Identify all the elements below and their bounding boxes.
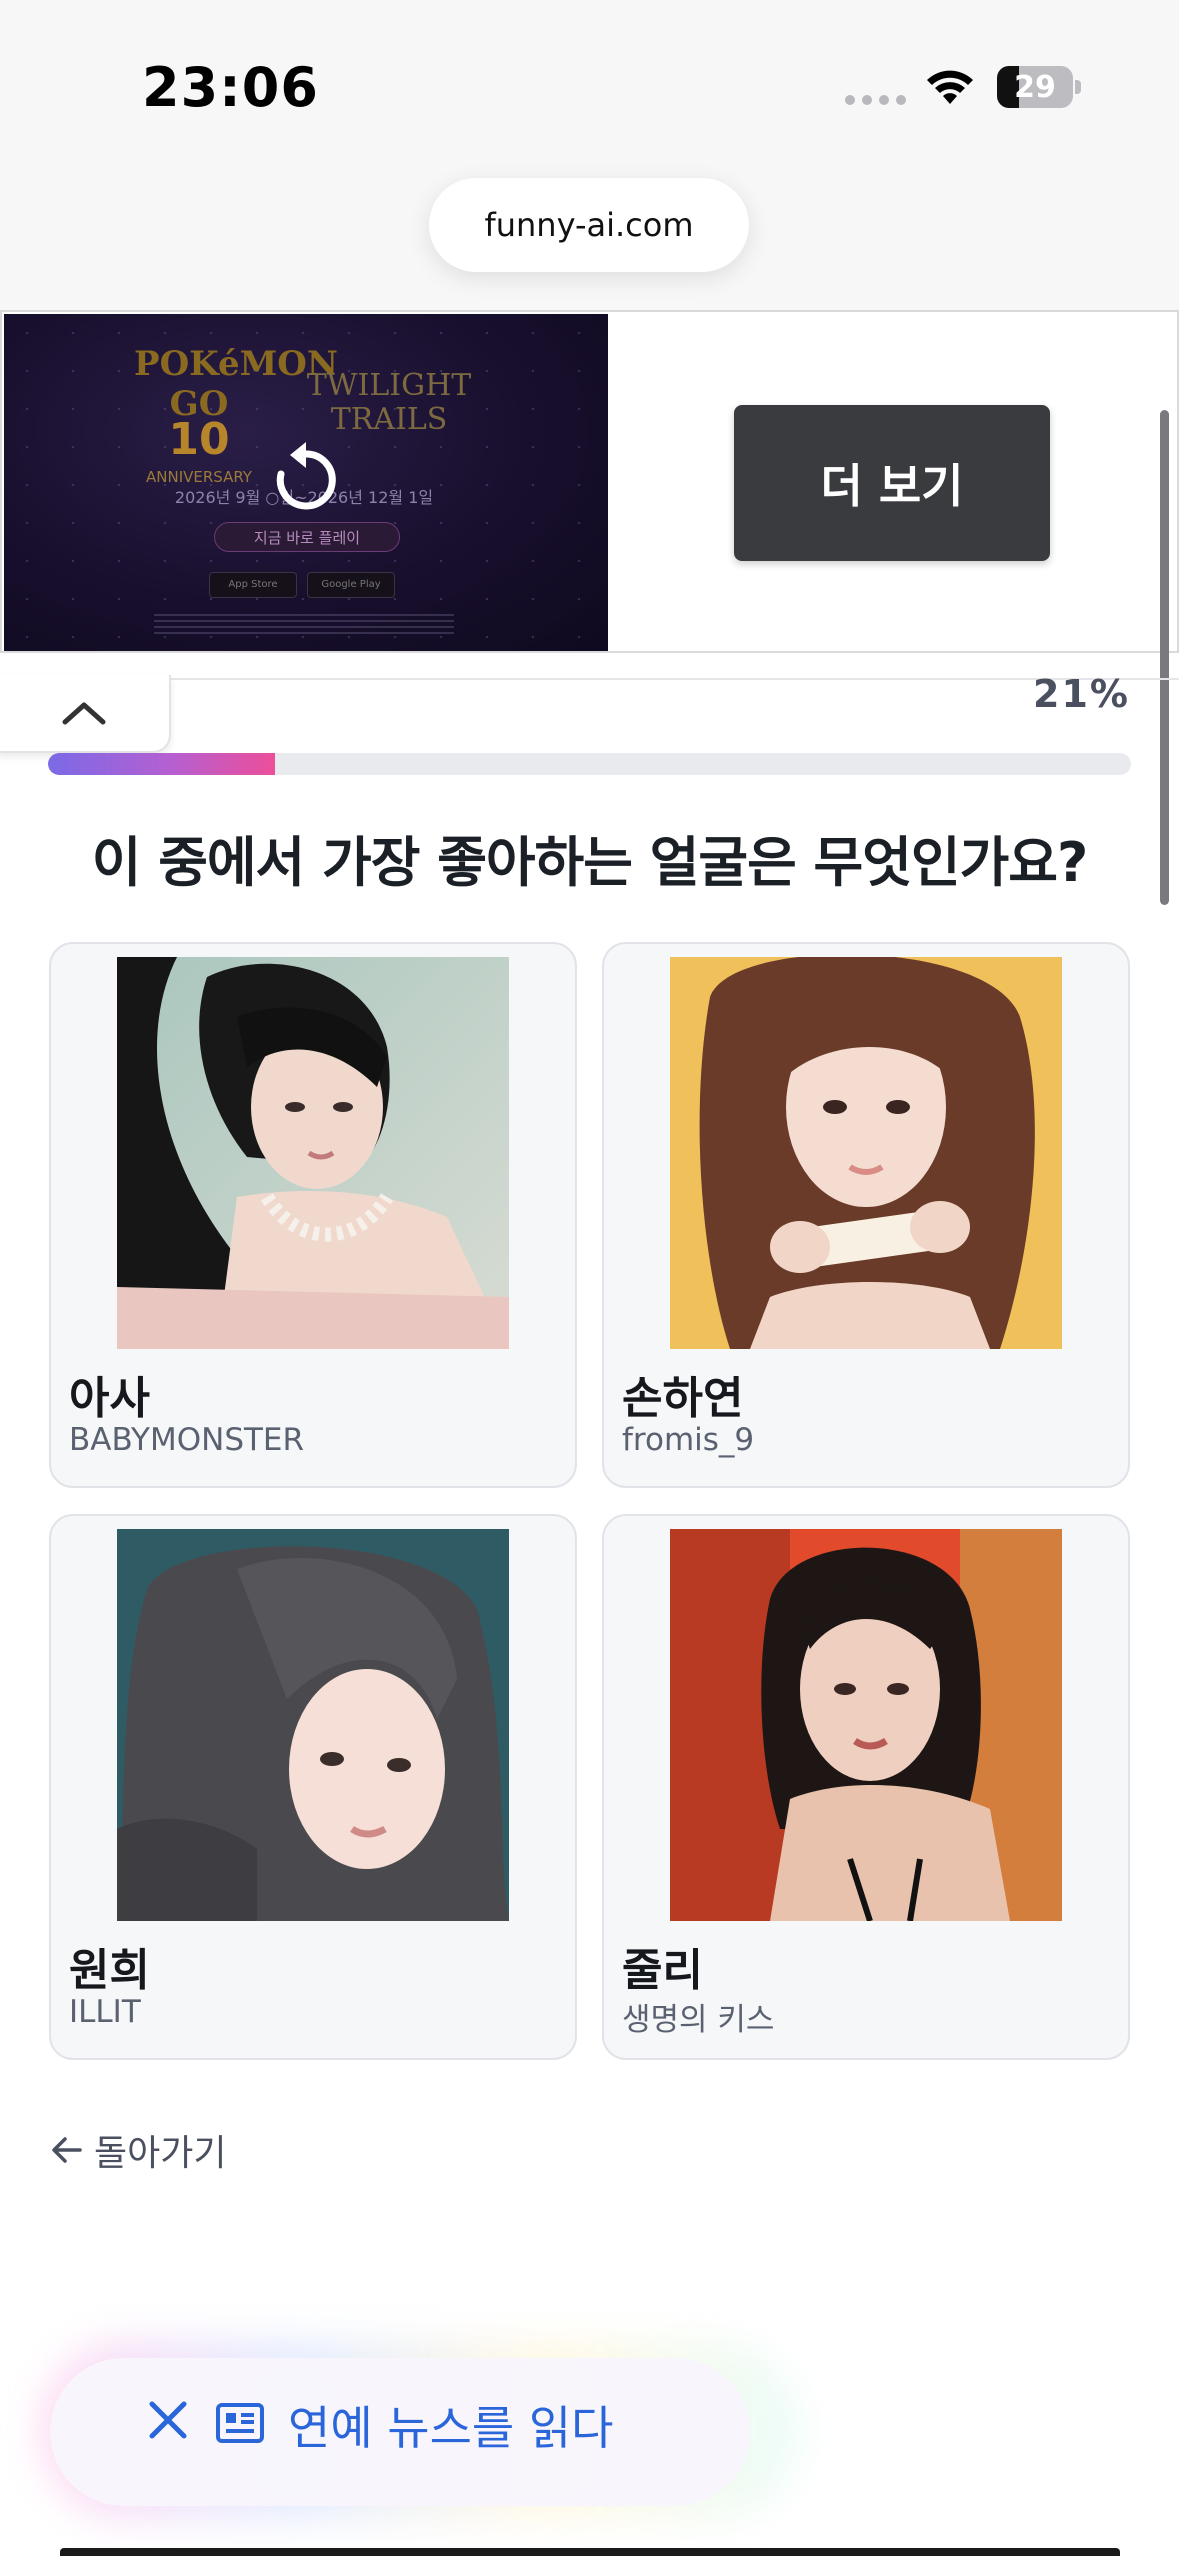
- ad-banner[interactable]: POKéMON GO 10 ANNIVERSARY TWILIGHT TRAIL…: [0, 310, 1179, 653]
- url-bar[interactable]: funny-ai.com: [429, 178, 749, 272]
- collapse-ad-button[interactable]: [0, 675, 171, 753]
- ad-store-badges: App Store Google Play: [209, 572, 395, 598]
- news-icon: [216, 2403, 264, 2443]
- photo-wonhee: [117, 1529, 509, 1921]
- replay-icon[interactable]: [266, 440, 346, 520]
- arrow-left-icon: [52, 2137, 82, 2163]
- google-play-badge[interactable]: Google Play: [307, 572, 395, 598]
- option-group: 생명의 키스: [622, 2002, 775, 2038]
- photo-asa: [117, 957, 509, 1349]
- clock: 23:06: [142, 56, 319, 119]
- back-label: 돌아가기: [94, 2133, 227, 2174]
- option-name: 손하연: [622, 1373, 744, 1424]
- page: 23:06 29 funny-ai.com POKéMON GO 10 ANNI…: [0, 0, 1179, 2556]
- ad-play-now-button[interactable]: 지금 바로 플레이: [214, 522, 400, 552]
- progress-bar: [48, 753, 1131, 775]
- back-link[interactable]: 돌아가기: [50, 2124, 226, 2176]
- news-label[interactable]: 연예 뉴스를 읽다: [288, 2392, 613, 2458]
- question-title: 이 중에서 가장 좋아하는 얼굴은 무엇인가요?: [91, 831, 1089, 894]
- option-card-julie[interactable]: 줄리 생명의 키스: [602, 1514, 1130, 2060]
- option-card-wonhee[interactable]: 원희 ILLIT: [49, 1514, 577, 2060]
- option-card-asa[interactable]: 아사 BABYMONSTER: [49, 942, 577, 1488]
- option-group: BABYMONSTER: [69, 1422, 305, 1458]
- photo-julie: [670, 1529, 1062, 1921]
- progress-percent: 21%: [1033, 672, 1130, 716]
- ad-logo-twilight-trails: TWILIGHT TRAILS: [306, 368, 472, 437]
- option-name: 줄리: [622, 1945, 703, 1996]
- option-name: 원희: [69, 1945, 150, 1996]
- ad-image[interactable]: POKéMON GO 10 ANNIVERSARY TWILIGHT TRAIL…: [4, 314, 608, 651]
- option-card-son-hayeon[interactable]: 손하연 fromis_9: [602, 942, 1130, 1488]
- app-store-badge[interactable]: App Store: [209, 572, 297, 598]
- news-bar[interactable]: 연예 뉴스를 읽다: [50, 2358, 750, 2506]
- cellular-signal-icon: [845, 95, 906, 105]
- option-name: 아사: [69, 1373, 150, 1424]
- progress-fill: [48, 753, 276, 775]
- close-icon[interactable]: [138, 2390, 198, 2450]
- ad-fine-print: [154, 614, 454, 634]
- option-group: fromis_9: [622, 1422, 755, 1458]
- battery-icon: 29: [997, 66, 1081, 108]
- wifi-icon: [927, 70, 973, 104]
- battery-level: 29: [1014, 70, 1056, 105]
- option-group: ILLIT: [69, 1994, 141, 2030]
- home-indicator: [60, 2548, 1120, 2556]
- ad-more-button[interactable]: 더 보기: [734, 405, 1050, 561]
- ad-logo-pokemon-go: POKéMON GO 10 ANNIVERSARY: [134, 344, 338, 486]
- photo-son-hayeon: [670, 957, 1062, 1349]
- chevron-up-icon: [62, 702, 105, 725]
- status-bar: 23:06 29 funny-ai.com: [0, 0, 1179, 310]
